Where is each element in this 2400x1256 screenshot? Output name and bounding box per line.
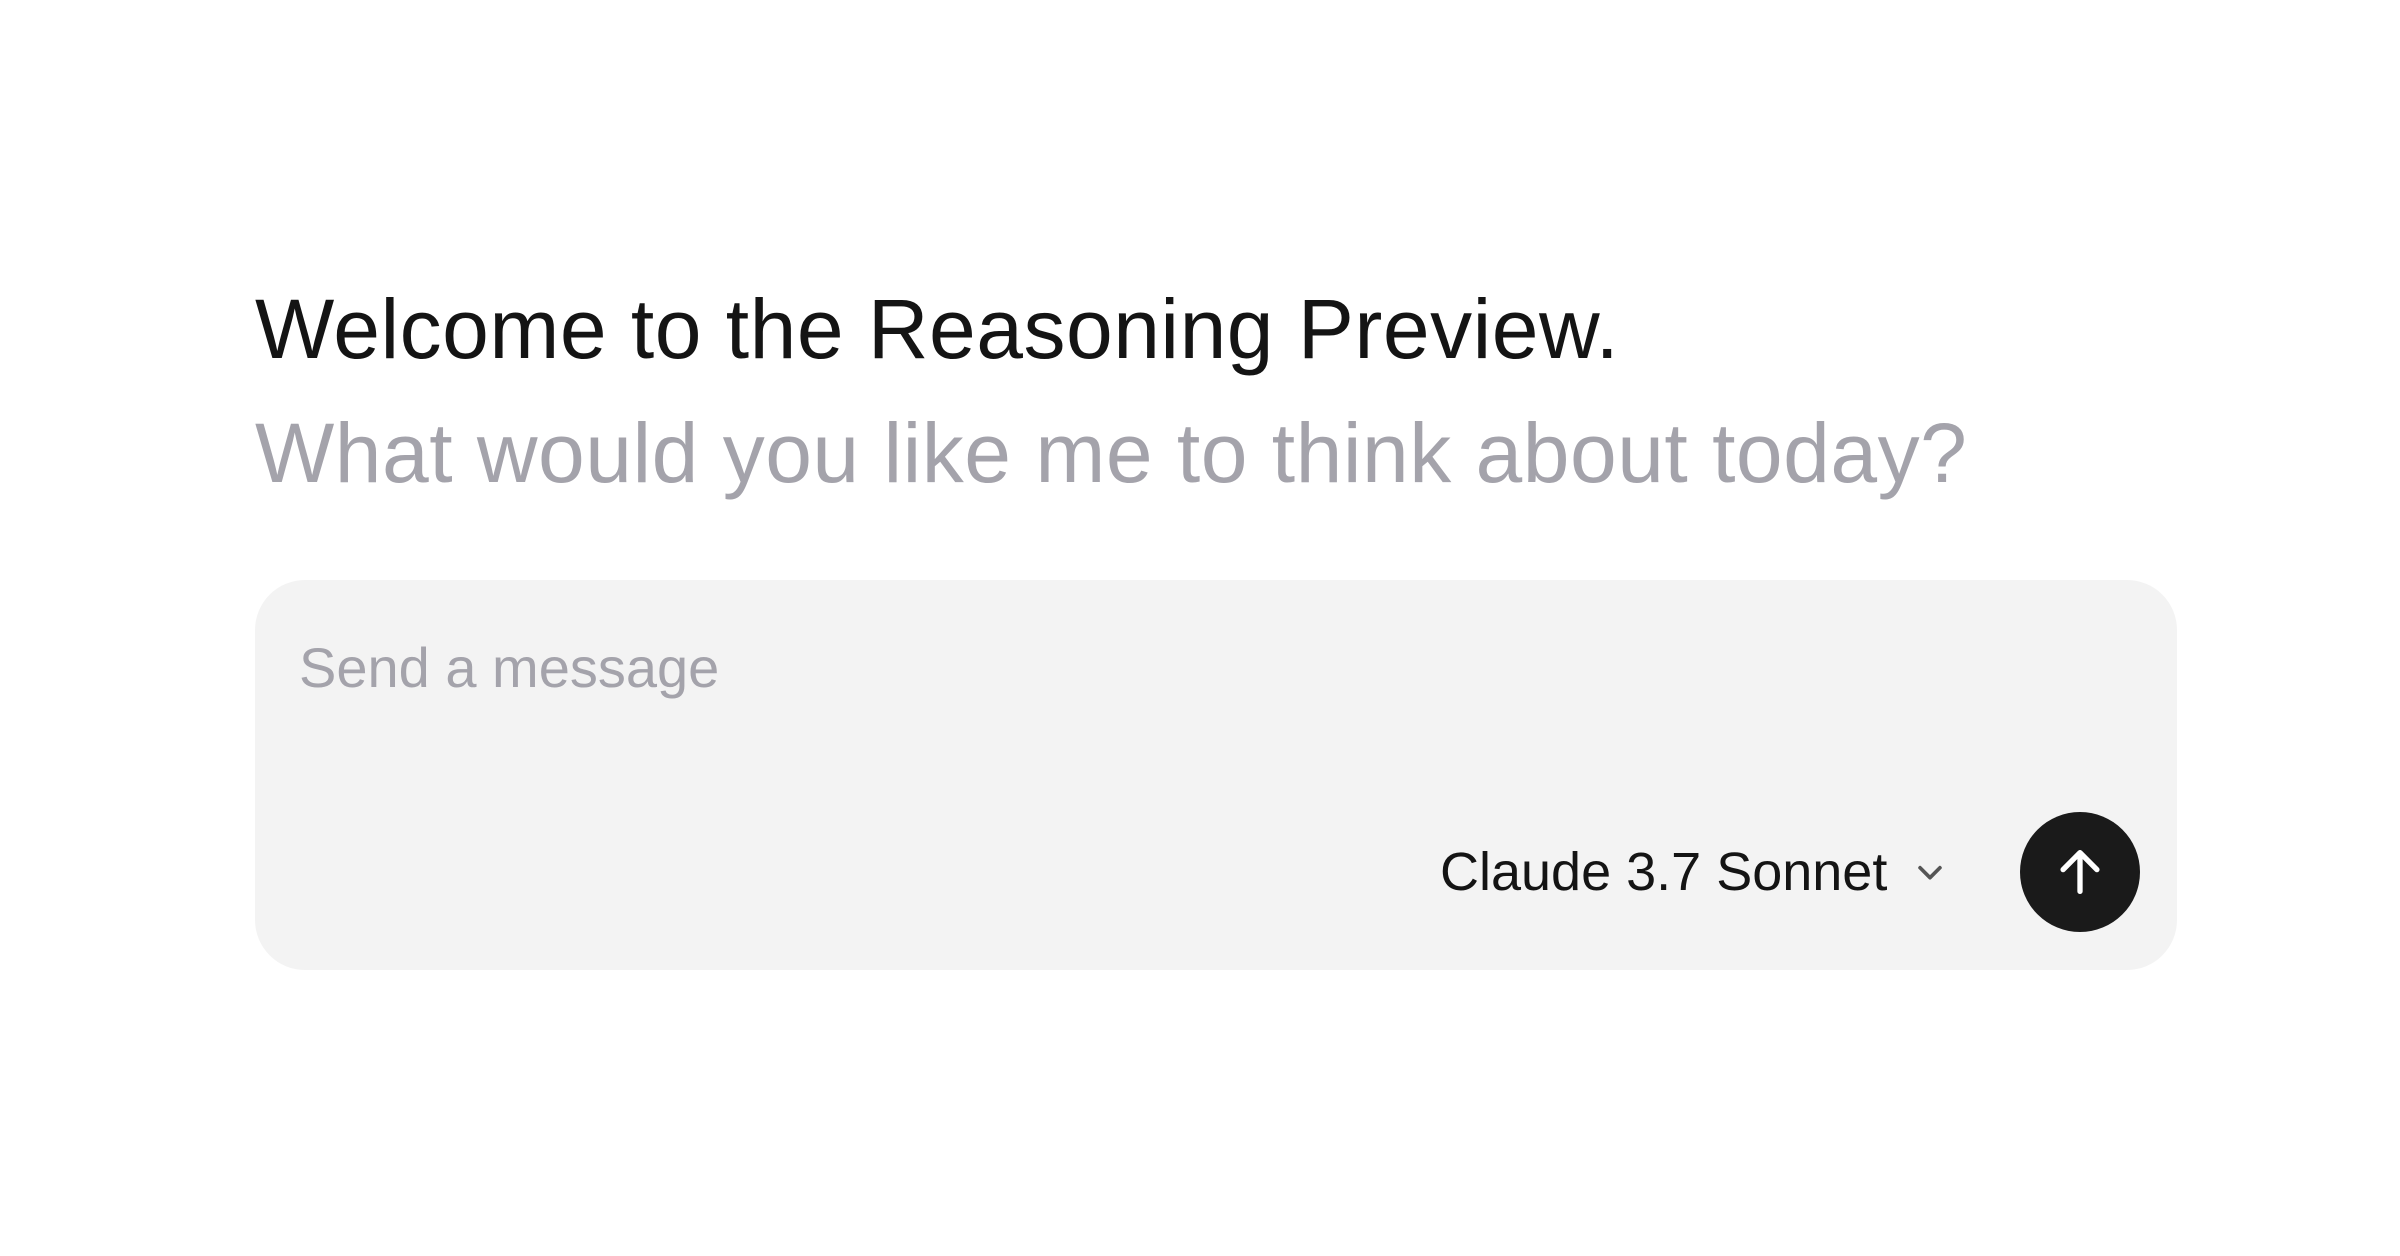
reasoning-preview-page: Welcome to the Reasoning Preview. What w… xyxy=(0,0,2400,1256)
arrow-up-icon xyxy=(2060,850,2100,894)
message-input[interactable] xyxy=(299,622,2099,712)
chevron-down-icon xyxy=(1913,855,1947,889)
page-subtitle: What would you like me to think about to… xyxy=(255,406,1968,500)
model-selector-label: Claude 3.7 Sonnet xyxy=(1440,842,1888,902)
send-button[interactable] xyxy=(2020,812,2140,932)
page-title: Welcome to the Reasoning Preview. xyxy=(255,282,1620,376)
model-selector-dropdown[interactable]: Claude 3.7 Sonnet xyxy=(1440,832,1947,912)
message-composer: Claude 3.7 Sonnet xyxy=(255,580,2177,970)
welcome-heading: Welcome to the Reasoning Preview. What w… xyxy=(255,270,2205,518)
